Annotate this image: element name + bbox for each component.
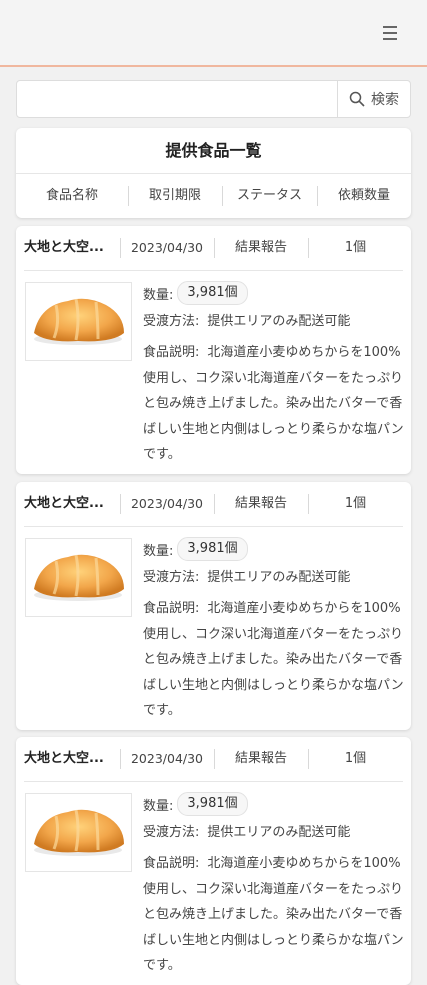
- status: 結果報告: [214, 238, 308, 258]
- search-input[interactable]: [17, 81, 337, 117]
- food-item-summary-row: 大地と大空... 2023/04/30 結果報告 1個: [24, 737, 403, 782]
- quantity-label: 数量:: [143, 287, 174, 303]
- column-headers: 食品名称 取引期限 ステータス 依頼数量: [16, 174, 411, 218]
- column-header-request-qty: 依頼数量: [317, 186, 411, 206]
- quantity-badge: 3,981個: [177, 792, 248, 816]
- food-item-summary-row: 大地と大空... 2023/04/30 結果報告 1個: [24, 226, 403, 271]
- page-title: 提供食品一覧: [16, 128, 411, 174]
- status: 結果報告: [214, 749, 308, 769]
- quantity-label: 数量:: [143, 798, 174, 814]
- food-details: 数量: 3,981個 受渡方法: 提供エリアのみ配送可能 食品説明: 北海道産小麦ゆ…: [143, 791, 405, 979]
- delivery-label: 受渡方法:: [143, 314, 200, 329]
- description-label: 食品説明:: [143, 601, 200, 616]
- food-name: 大地と大空...: [24, 496, 104, 511]
- column-header-deadline: 取引期限: [128, 186, 222, 206]
- croissant-bread-image: [25, 282, 132, 361]
- column-header-status: ステータス: [222, 186, 317, 206]
- quantity-badge: 3,981個: [177, 281, 248, 305]
- list-header: 提供食品一覧 食品名称 取引期限 ステータス 依頼数量: [16, 128, 411, 218]
- croissant-bread-image: [25, 793, 132, 872]
- food-item-card[interactable]: 大地と大空... 2023/04/30 結果報告 1個 数量: 3,981個 受…: [16, 482, 411, 730]
- food-description: 北海道産小麦ゆめちからを100%使用し、コク深い北海道産バターをたっぷりと包み焼…: [143, 601, 404, 718]
- delivery-method: 提供エリアのみ配送可能: [207, 825, 351, 840]
- quantity-label: 数量:: [143, 543, 174, 559]
- deadline: 2023/04/30: [120, 494, 214, 514]
- search-bar: 検索: [16, 80, 411, 118]
- status: 結果報告: [214, 494, 308, 514]
- delivery-method: 提供エリアのみ配送可能: [207, 570, 351, 585]
- food-details: 数量: 3,981個 受渡方法: 提供エリアのみ配送可能 食品説明: 北海道産小麦ゆ…: [143, 536, 405, 724]
- deadline: 2023/04/30: [120, 749, 214, 769]
- delivery-method: 提供エリアのみ配送可能: [207, 314, 351, 329]
- food-item-card[interactable]: 大地と大空... 2023/04/30 結果報告 1個 数量: 3,981個 受…: [16, 226, 411, 474]
- quantity-badge: 3,981個: [177, 537, 248, 561]
- request-quantity: 1個: [308, 238, 403, 258]
- food-item-summary-row: 大地と大空... 2023/04/30 結果報告 1個: [24, 482, 403, 527]
- top-bar: [0, 0, 427, 67]
- food-details: 数量: 3,981個 受渡方法: 提供エリアのみ配送可能 食品説明: 北海道産小麦ゆ…: [143, 280, 405, 468]
- food-name: 大地と大空...: [24, 751, 104, 766]
- delivery-label: 受渡方法:: [143, 570, 200, 585]
- deadline: 2023/04/30: [120, 238, 214, 258]
- description-label: 食品説明:: [143, 345, 200, 360]
- food-name: 大地と大空...: [24, 240, 104, 255]
- food-description: 北海道産小麦ゆめちからを100%使用し、コク深い北海道産バターをたっぷりと包み焼…: [143, 345, 404, 462]
- request-quantity: 1個: [308, 494, 403, 514]
- column-header-food-name: 食品名称: [45, 188, 98, 203]
- search-button[interactable]: 検索: [337, 81, 410, 117]
- hamburger-menu-icon[interactable]: [383, 22, 401, 42]
- delivery-label: 受渡方法:: [143, 825, 200, 840]
- food-item-card[interactable]: 大地と大空... 2023/04/30 結果報告 1個 数量: 3,981個 受…: [16, 737, 411, 985]
- request-quantity: 1個: [308, 749, 403, 769]
- search-icon: [349, 91, 365, 107]
- food-description: 北海道産小麦ゆめちからを100%使用し、コク深い北海道産バターをたっぷりと包み焼…: [143, 856, 404, 973]
- description-label: 食品説明:: [143, 856, 200, 871]
- croissant-bread-image: [25, 538, 132, 617]
- search-button-label: 検索: [371, 92, 399, 108]
